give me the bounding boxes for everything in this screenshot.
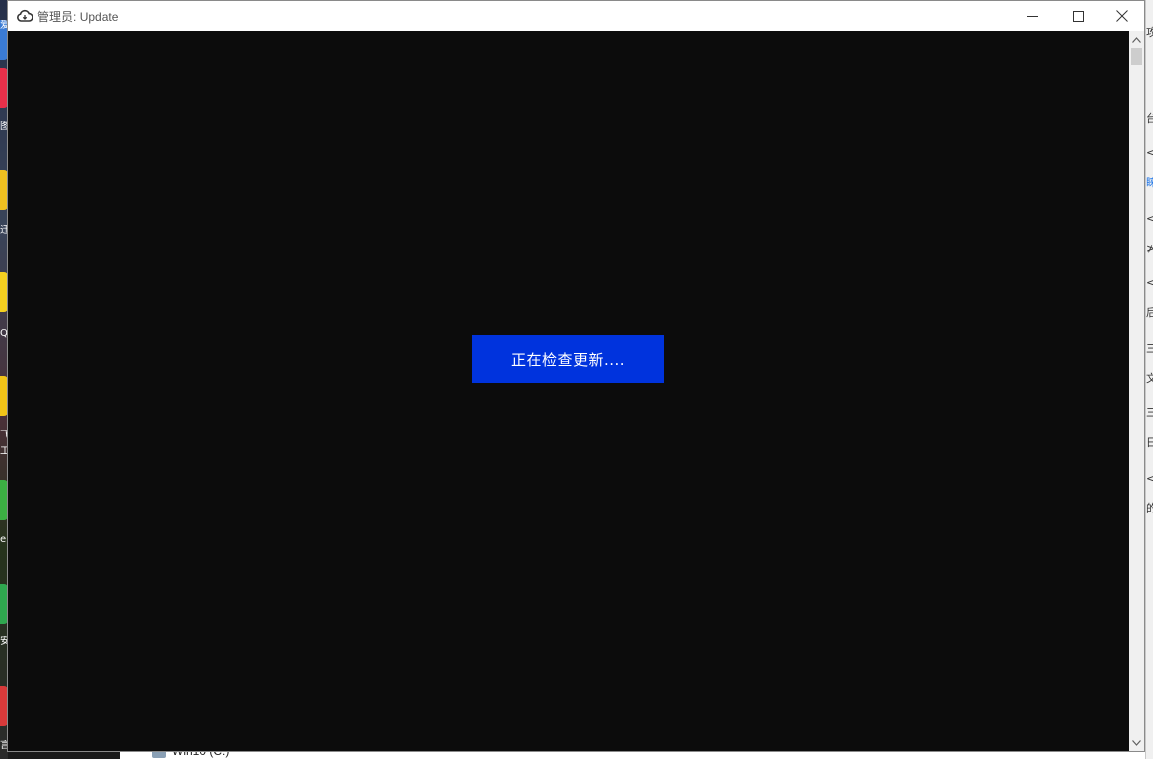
title-separator: : <box>73 10 77 24</box>
background-text: 后打 <box>1146 306 1153 319</box>
scroll-up-button[interactable] <box>1129 31 1144 48</box>
title-prefix: 管理员 <box>37 10 74 24</box>
background-text: 台 <box>1146 112 1153 125</box>
background-text: ≯( <box>1146 242 1153 255</box>
minimize-icon <box>1026 15 1038 17</box>
maximize-button[interactable] <box>1055 1 1101 31</box>
background-text: <> <box>1146 212 1153 225</box>
background-text: 睐 <box>1146 176 1153 189</box>
background-text: <> <box>1146 276 1153 289</box>
status-text: 正在检查更新.... <box>510 350 626 369</box>
minimize-button[interactable] <box>1009 1 1055 31</box>
maximize-icon <box>1072 10 1084 22</box>
scroll-thumb[interactable] <box>1131 48 1142 65</box>
background-text: 文件 <box>1146 372 1153 385</box>
chevron-up-icon <box>1132 36 1141 43</box>
window-title: 管理员: Update <box>37 8 118 25</box>
background-window-right: 攻 台 <> 睐 <> ≯( <> 后打 三 文件 三 日一 <> 的. <box>1145 0 1153 759</box>
background-text: <> <box>1146 472 1153 485</box>
chevron-down-icon <box>1132 739 1141 746</box>
vertical-scrollbar[interactable] <box>1129 31 1144 751</box>
close-button[interactable] <box>1099 1 1145 31</box>
status-banner: 正在检查更新.... <box>472 335 664 383</box>
cloud-icon <box>17 9 33 22</box>
background-text: 的. <box>1146 502 1153 515</box>
background-text: 攻 <box>1146 26 1153 39</box>
background-text: 日一 <box>1146 436 1153 449</box>
title-app-name: Update <box>79 10 119 24</box>
scroll-down-button[interactable] <box>1129 734 1144 751</box>
background-text: 三 <box>1146 342 1153 355</box>
close-icon <box>1116 10 1128 22</box>
background-text: 三 <box>1146 406 1153 419</box>
background-text: <> <box>1146 146 1153 159</box>
console-area: 正在检查更新.... <box>8 31 1129 751</box>
update-window: 管理员: Update 正在检查更新.... <box>7 0 1145 752</box>
title-bar[interactable]: 管理员: Update <box>8 1 1144 31</box>
